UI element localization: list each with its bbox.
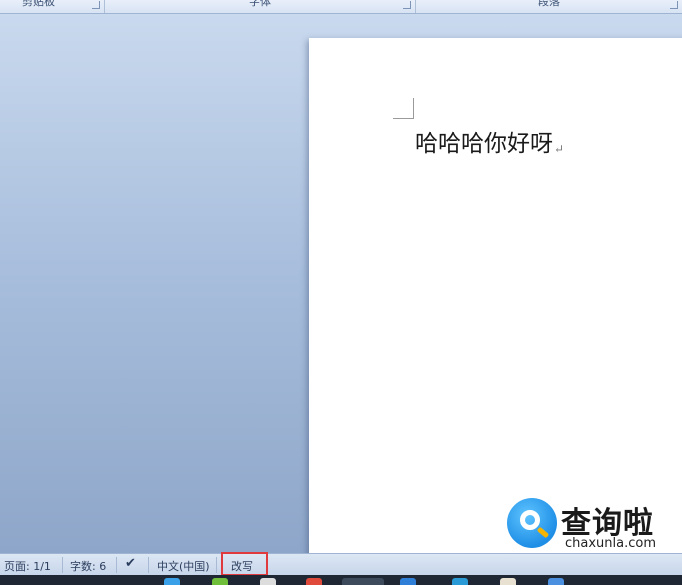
ribbon-group-label: 字体	[249, 0, 271, 8]
os-taskbar	[0, 575, 682, 585]
document-workspace: 哈哈哈你好呀↵	[0, 14, 682, 553]
taskbar-app-icon[interactable]	[548, 578, 564, 585]
watermark-url: chaxunla.com	[565, 536, 656, 551]
document-text[interactable]: 哈哈哈你好呀	[415, 131, 553, 157]
taskbar-app-icon[interactable]	[500, 578, 516, 585]
ribbon-group-label: 剪贴板	[22, 0, 55, 8]
taskbar-app-icon[interactable]	[212, 578, 228, 585]
paragraph-mark-icon: ↵	[554, 142, 565, 156]
margin-corner-mark	[393, 98, 414, 119]
ribbon-group-labels: 剪贴板 字体 段落	[0, 0, 682, 14]
taskbar-app-icon[interactable]	[260, 578, 276, 585]
status-divider	[116, 557, 117, 573]
status-input-mode[interactable]: 改写	[231, 558, 253, 574]
ribbon-group-clipboard: 剪贴板	[0, 0, 105, 13]
dialog-launcher-icon[interactable]	[670, 1, 678, 9]
ribbon-group-label: 段落	[538, 0, 560, 8]
status-divider	[62, 557, 63, 573]
taskbar-app-icon[interactable]	[164, 578, 180, 585]
status-divider	[148, 557, 149, 573]
status-page-number[interactable]: 页面: 1/1	[4, 558, 51, 574]
document-paragraph[interactable]: 哈哈哈你好呀↵	[415, 124, 564, 158]
ribbon-group-font: 字体	[105, 0, 416, 13]
taskbar-app-icon[interactable]	[452, 578, 468, 585]
magnifier-logo-icon	[507, 498, 557, 548]
dialog-launcher-icon[interactable]	[92, 1, 100, 9]
ribbon-group-paragraph: 段落	[416, 0, 682, 13]
status-word-count[interactable]: 字数: 6	[70, 558, 106, 574]
status-language[interactable]: 中文(中国)	[157, 558, 210, 574]
dialog-launcher-icon[interactable]	[403, 1, 411, 9]
taskbar-word-icon[interactable]	[342, 578, 384, 585]
site-watermark: 查询啦 chaxunla.com	[503, 494, 682, 560]
status-bar: 页面: 1/1 字数: 6 ✔ 中文(中国) 改写	[0, 552, 682, 576]
taskbar-app-icon[interactable]	[306, 578, 322, 585]
status-divider	[216, 557, 217, 573]
proofing-check-icon[interactable]: ✔	[125, 556, 136, 571]
taskbar-app-icon[interactable]	[400, 578, 416, 585]
document-page[interactable]: 哈哈哈你好呀↵	[309, 38, 682, 553]
